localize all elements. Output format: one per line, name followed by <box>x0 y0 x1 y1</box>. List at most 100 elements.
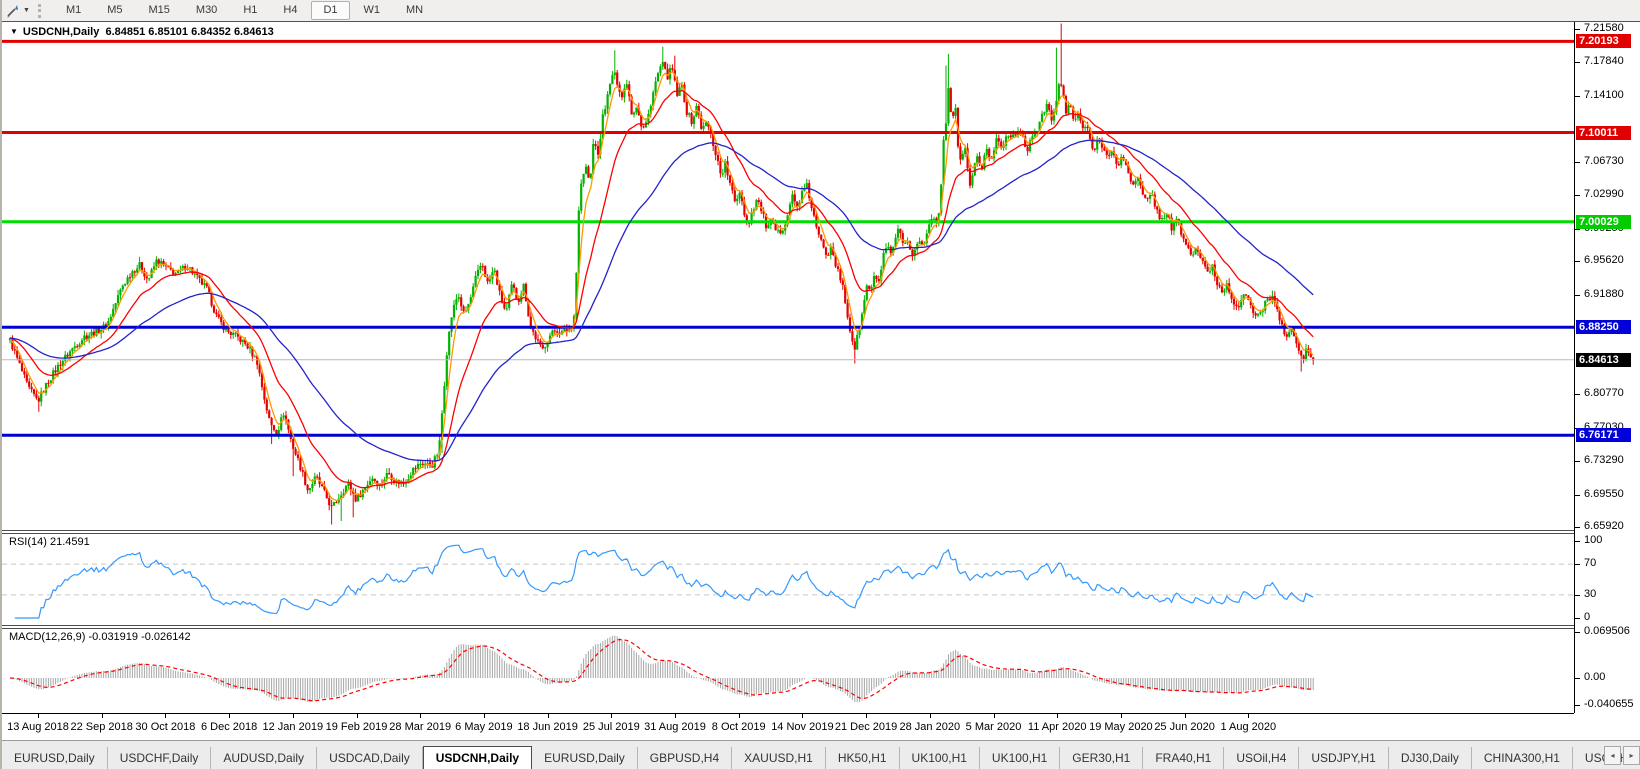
axis-tick-mark <box>1575 261 1580 262</box>
date-tick-mark <box>293 714 294 718</box>
chart-tab-eurusd-daily[interactable]: EURUSD,Daily <box>2 747 108 769</box>
timeframe-button-m15[interactable]: M15 <box>137 1 182 20</box>
axis-tick-label: -0.040655 <box>1584 698 1634 710</box>
axis-tick-label: 30 <box>1584 588 1596 600</box>
chart-tab-usdcad-daily[interactable]: USDCAD,Daily <box>317 747 423 769</box>
axis-tick-mark <box>1575 564 1580 565</box>
price-level-badge: 7.20193 <box>1576 34 1631 48</box>
timeframe-button-m30[interactable]: M30 <box>184 1 229 20</box>
axis-tick-label: 6.65920 <box>1584 520 1624 532</box>
axis-tick-mark <box>1575 195 1580 196</box>
date-label: 1 Aug 2020 <box>1210 721 1286 733</box>
date-tick-mark <box>38 714 39 718</box>
chart-tab-xauusd-h1[interactable]: XAUUSD,H1 <box>732 747 826 769</box>
timeframe-button-h1[interactable]: H1 <box>231 1 269 20</box>
toolbar-grip-icon[interactable] <box>38 4 45 18</box>
date-tick-mark <box>484 714 485 718</box>
chart-tab-ger30-h1[interactable]: GER30,H1 <box>1060 747 1143 769</box>
chart-tab-china300-h1[interactable]: CHINA300,H1 <box>1472 747 1573 769</box>
chart-tab-eurusd-daily[interactable]: EURUSD,Daily <box>532 747 638 769</box>
chart-tab-gbpusd-h4[interactable]: GBPUSD,H4 <box>638 747 732 769</box>
date-tick-mark <box>994 714 995 718</box>
date-tick-mark <box>102 714 103 718</box>
timeframe-toolbar: ▼ M1M5M15M30H1H4D1W1MN <box>2 0 1640 22</box>
axis-tick-mark <box>1575 461 1580 462</box>
chart-title: ▼USDCNH,Daily 6.84851 6.85101 6.84352 6.… <box>10 26 274 38</box>
macd-indicator-plot[interactable] <box>2 629 1574 713</box>
tab-scroll-right-icon[interactable]: ▸ <box>1623 746 1640 765</box>
timeframe-button-m1[interactable]: M1 <box>54 1 93 20</box>
axis-tick-label: 7.02990 <box>1584 188 1624 200</box>
chart-collapse-icon[interactable]: ▼ <box>10 27 18 36</box>
timeframe-button-d1[interactable]: D1 <box>311 1 349 20</box>
axis-tick-label: 6.73290 <box>1584 454 1624 466</box>
chart-tab-dj30-daily[interactable]: DJ30,Daily <box>1389 747 1472 769</box>
axis-tick-mark <box>1575 96 1580 97</box>
date-tick-mark <box>165 714 166 718</box>
axis-tick-label: 0 <box>1584 611 1590 623</box>
axis-tick-mark <box>1575 632 1580 633</box>
axis-tick-mark <box>1575 495 1580 496</box>
axis-tick-label: 7.21580 <box>1584 22 1624 34</box>
chart-tab-audusd-daily[interactable]: AUDUSD,Daily <box>211 747 317 769</box>
date-tick-mark <box>548 714 549 718</box>
chart-tab-hk50-h1[interactable]: HK50,H1 <box>826 747 900 769</box>
axis-tick-label: 0.069506 <box>1584 625 1630 637</box>
tab-scroll-left-icon[interactable]: ◂ <box>1604 746 1621 765</box>
axis-tick-mark <box>1575 295 1580 296</box>
chart-tab-usdjpy-h1[interactable]: USDJPY,H1 <box>1299 747 1388 769</box>
axis-tick-mark <box>1575 678 1580 679</box>
tab-scroll-buttons: ◂ ▸ <box>1604 746 1640 765</box>
timeframe-button-h4[interactable]: H4 <box>271 1 309 20</box>
price-chart-plot[interactable] <box>2 22 1574 530</box>
axis-tick-mark <box>1575 595 1580 596</box>
axis-tick-label: 0.00 <box>1584 671 1605 683</box>
chart-tab-usoil-h4[interactable]: USOil,H4 <box>1224 747 1299 769</box>
ohlc-close: 6.84613 <box>234 26 274 38</box>
date-tick-mark <box>1057 714 1058 718</box>
price-level-badge: 6.84613 <box>1576 353 1631 367</box>
timeframe-button-m5[interactable]: M5 <box>95 1 134 20</box>
chart-tab-fra40-h1[interactable]: FRA40,H1 <box>1143 747 1224 769</box>
axis-tick-label: 7.14100 <box>1584 89 1624 101</box>
timeframe-button-w1[interactable]: W1 <box>352 1 393 20</box>
price-level-badge: 7.10011 <box>1576 126 1631 140</box>
rsi-indicator-plot[interactable] <box>2 534 1574 625</box>
chart-tab-usdcnh-daily[interactable]: USDCNH,Daily <box>423 746 532 769</box>
axis-tick-label: 70 <box>1584 557 1596 569</box>
chart-tab-bar: EURUSD,DailyUSDCHF,DailyAUDUSD,DailyUSDC… <box>2 740 1640 769</box>
date-tick-mark <box>1121 714 1122 718</box>
axis-tick-label: 6.91880 <box>1584 288 1624 300</box>
ohlc-high: 6.85101 <box>148 26 188 38</box>
dropdown-arrow-icon[interactable]: ▼ <box>23 7 30 14</box>
axis-tick-label: 7.06730 <box>1584 155 1624 167</box>
axis-tick-mark <box>1575 705 1580 706</box>
date-tick-mark <box>420 714 421 718</box>
axis-tick-label: 100 <box>1584 534 1602 546</box>
date-tick-mark <box>357 714 358 718</box>
date-axis[interactable]: 13 Aug 201822 Sep 201830 Oct 20186 Dec 2… <box>2 713 1574 741</box>
cursor-tool-icon[interactable] <box>4 3 22 19</box>
trading-terminal: ▼ M1M5M15M30H1H4D1W1MN ▼ USDCNH,Daily 6.8… <box>0 0 1640 769</box>
chart-symbol-label: USDCNH,Daily <box>23 26 99 38</box>
date-tick-mark <box>1185 714 1186 718</box>
axis-tick-mark <box>1575 162 1580 163</box>
chart-tab-usdchf-daily[interactable]: USDCHF,Daily <box>108 747 212 769</box>
timeframe-button-mn[interactable]: MN <box>394 1 435 20</box>
axis-tick-mark <box>1575 618 1580 619</box>
date-tick-mark <box>611 714 612 718</box>
price-axis[interactable]: 7.215807.178407.141007.067307.029906.992… <box>1575 22 1640 713</box>
date-tick-mark <box>930 714 931 718</box>
axis-tick-mark <box>1575 29 1580 30</box>
chart-tab-uk100-h1[interactable]: UK100,H1 <box>980 747 1060 769</box>
date-tick-mark <box>739 714 740 718</box>
price-level-badge: 7.00029 <box>1576 215 1631 229</box>
date-tick-mark <box>1248 714 1249 718</box>
price-level-badge: 6.76171 <box>1576 428 1631 442</box>
cursor-tool-glyph <box>6 4 20 18</box>
axis-tick-mark <box>1575 394 1580 395</box>
date-tick-mark <box>866 714 867 718</box>
chart-tab-uk100-h1[interactable]: UK100,H1 <box>900 747 980 769</box>
date-tick-mark <box>802 714 803 718</box>
ohlc-low: 6.84352 <box>191 26 231 38</box>
